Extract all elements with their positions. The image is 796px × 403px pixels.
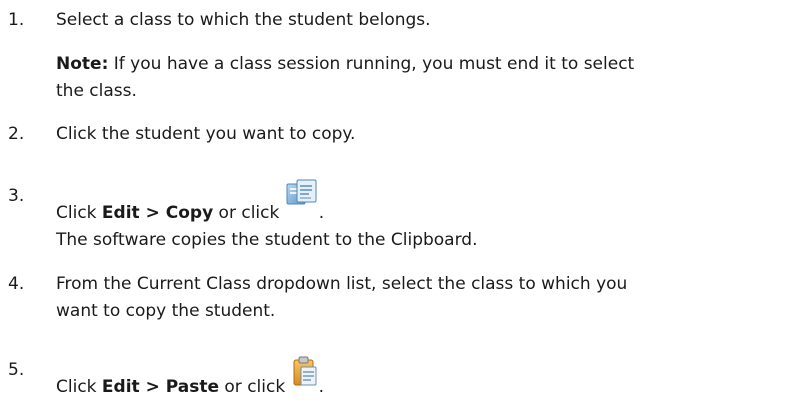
step-text: Select a class to which the student belo… [56,10,431,30]
step-text: Click the student you want to copy. [56,124,356,144]
step-suffix: . [318,377,324,397]
paste-icon [291,356,319,393]
menu-path-copy: Edit > Copy [101,203,214,223]
step-middle: or click [213,203,285,223]
step-number: 1. [8,10,25,30]
step-middle: or click [219,377,291,397]
step-number: 3. [8,186,25,206]
note-label: Note: [56,54,109,74]
copy-icon [285,178,319,215]
note-text-line1: If you have a class session running, you… [108,54,635,74]
step-prefix: Click [56,377,102,397]
step-number: 4. [8,274,25,294]
step-prefix: Click [56,203,102,223]
step-suffix: . [318,203,325,223]
step-text-line2: want to copy the student. [56,301,276,321]
step-number: 2. [8,124,25,144]
note-text-line2: the class. [56,81,137,101]
step-number: 5. [8,360,25,380]
step-result: The software copies the student to the C… [56,230,478,250]
menu-path-paste: Edit > Paste [101,377,219,397]
step-text-line1: From the Current Class dropdown list, se… [56,274,628,294]
